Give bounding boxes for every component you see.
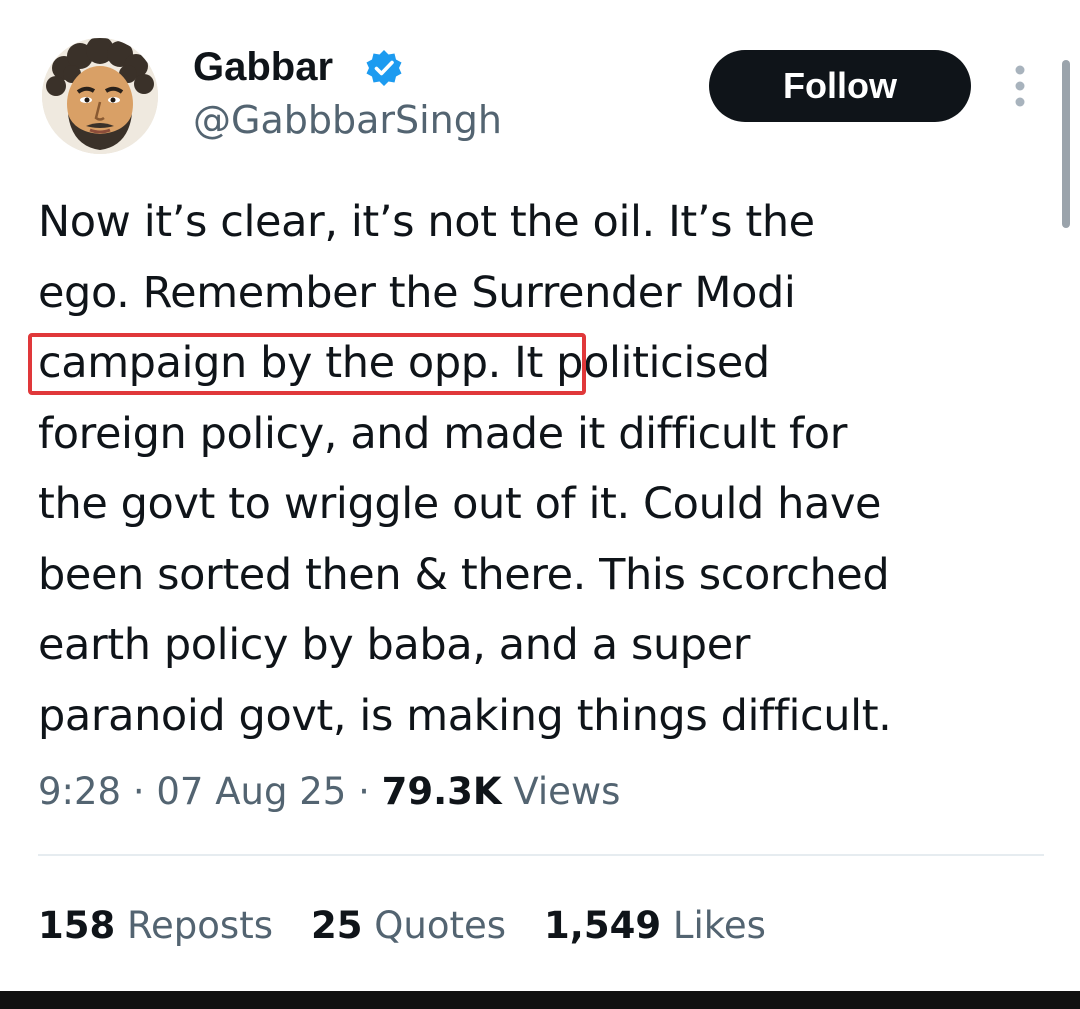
user-handle[interactable]: @GabbbarSingh: [193, 98, 502, 142]
tweet-line: been sorted then & there. This scorched: [38, 549, 890, 600]
quotes-stat[interactable]: 25 Quotes: [311, 904, 506, 948]
scrollbar[interactable]: [1062, 60, 1070, 228]
tweet-line: ego. Remember the Surrender Modi: [38, 267, 796, 318]
verified-badge-icon: [366, 50, 402, 86]
meta-separator: ·: [346, 770, 382, 813]
likes-stat[interactable]: 1,549 Likes: [544, 904, 766, 948]
bottom-bar: [0, 991, 1080, 1009]
reposts-count: 158: [38, 904, 116, 947]
views-count[interactable]: 79.3K: [382, 770, 502, 813]
quotes-count: 25: [311, 904, 363, 947]
reposts-label: Reposts: [115, 904, 273, 947]
tweet-line: Now it’s clear, it’s not the oil. It’s t…: [38, 197, 815, 247]
divider: [38, 854, 1044, 856]
tweet-meta: 9:28 · 07 Aug 25 · 79.3K Views: [38, 770, 620, 814]
tweet-date[interactable]: 07 Aug 25: [156, 770, 346, 813]
display-name[interactable]: Gabbar: [193, 44, 333, 90]
tweet-line: earth policy by baba, and a super: [38, 620, 751, 670]
meta-separator: ·: [121, 770, 157, 813]
avatar[interactable]: [42, 38, 158, 154]
tweet-line: foreign policy, and made it difficult fo…: [38, 408, 847, 459]
highlight-annotation-box: [28, 333, 586, 395]
quotes-label: Quotes: [362, 904, 507, 947]
likes-count: 1,549: [544, 904, 662, 947]
likes-label: Likes: [661, 904, 766, 947]
tweet-line: the govt to wriggle out of it. Could hav…: [38, 479, 882, 529]
avatar-image: [42, 38, 158, 154]
tweet-line: paranoid govt, is making things difficul…: [38, 690, 892, 741]
engagement-stats: 158 Reposts 25 Quotes 1,549 Likes: [38, 904, 766, 948]
more-options-icon[interactable]: [1008, 62, 1032, 110]
follow-button[interactable]: Follow: [709, 50, 971, 122]
reposts-stat[interactable]: 158 Reposts: [38, 904, 273, 948]
tweet-text: Now it’s clear, it’s not the oil. It’s t…: [38, 187, 1038, 751]
tweet-time[interactable]: 9:28: [38, 770, 121, 813]
views-label: Views: [501, 770, 621, 813]
